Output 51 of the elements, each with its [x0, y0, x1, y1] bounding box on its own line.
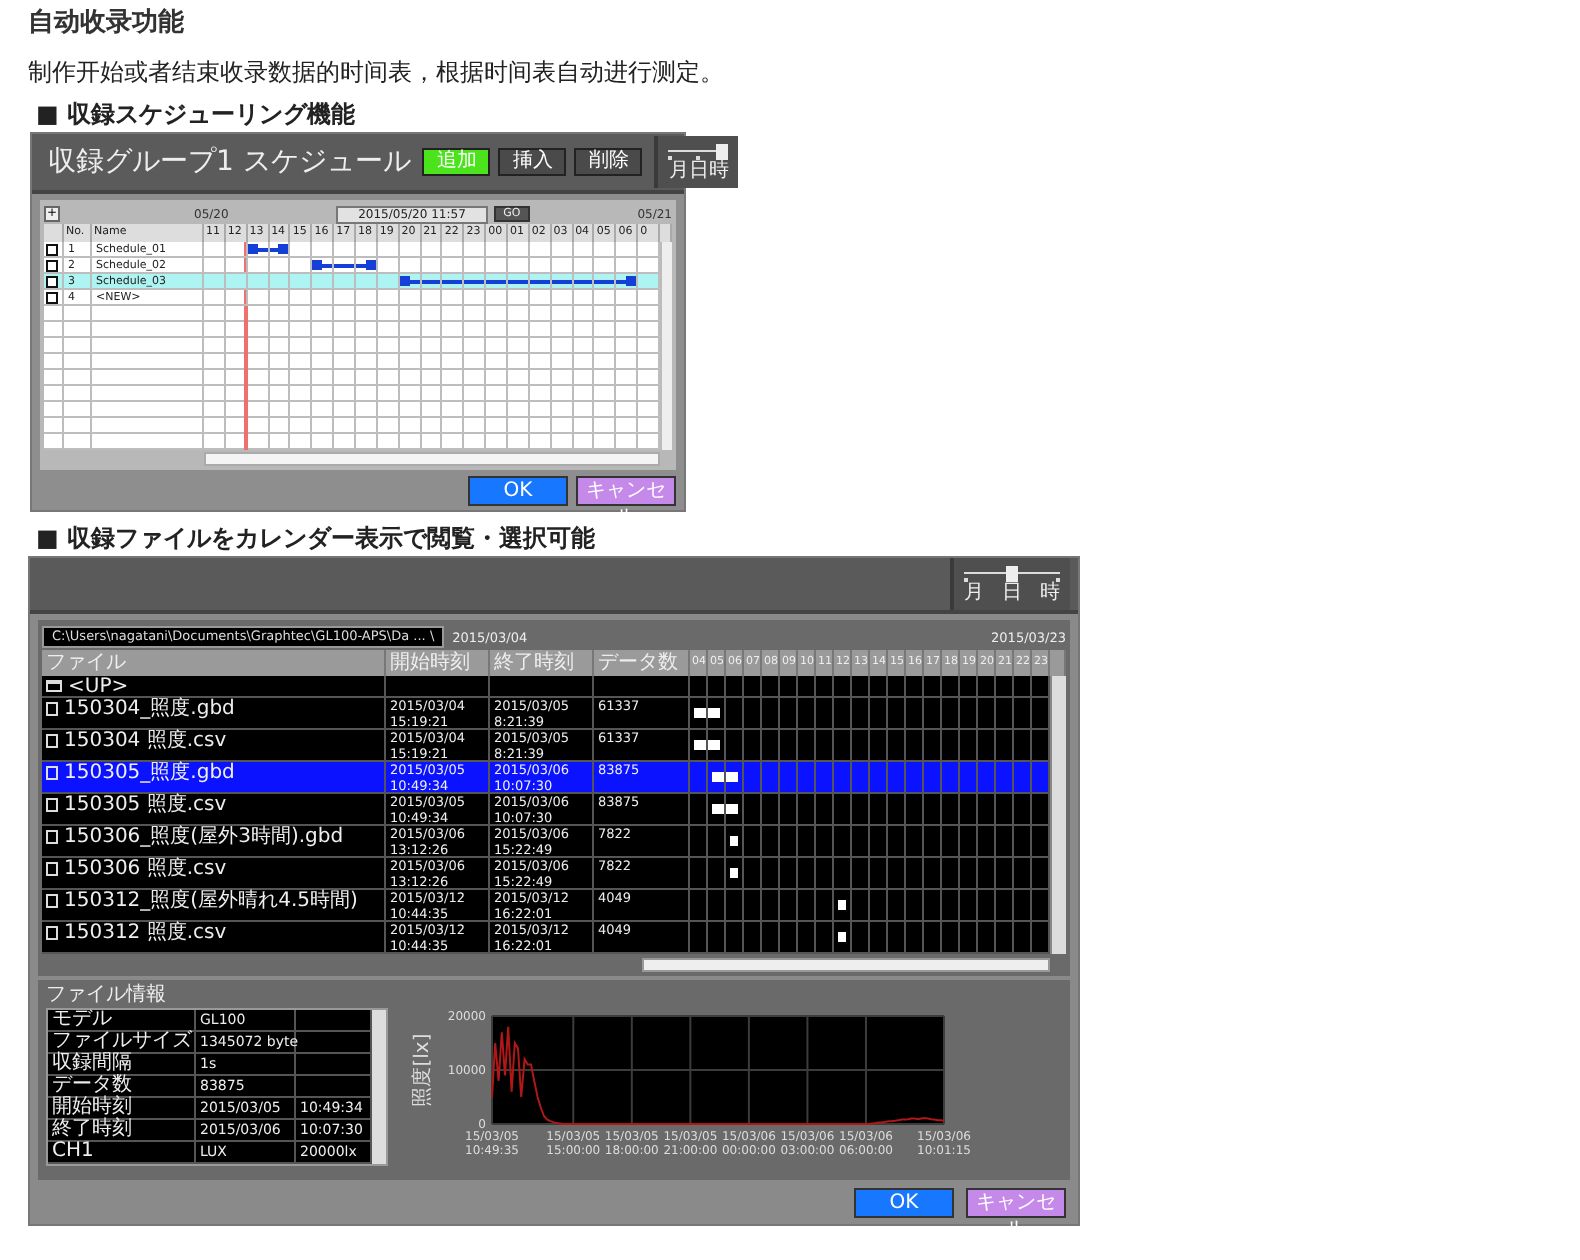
toolbar-button[interactable]: 削除 — [574, 148, 643, 176]
file-name[interactable]: 150312_照度(屋外晴れ4.5時間) — [42, 890, 386, 922]
info-label: CH1 — [48, 1142, 196, 1164]
file-name[interactable]: 150304_照度.gbd — [42, 698, 386, 730]
file-name[interactable]: 150305_照度.gbd — [42, 762, 386, 794]
scale-label: 時 — [708, 159, 729, 181]
file-icon — [46, 862, 58, 876]
file-icon — [46, 894, 58, 908]
intro-text: 制作开始或者结束收录数据的时间表，根据时间表自动进行测定。 — [28, 56, 726, 88]
scale-label: 月 — [964, 581, 984, 603]
scale-label: 日 — [688, 159, 709, 181]
slider-thumb[interactable] — [1006, 565, 1018, 581]
checkbox[interactable] — [46, 243, 58, 255]
toolbar-button[interactable]: 挿入 — [498, 148, 567, 176]
file-icon — [46, 926, 58, 940]
ok-button[interactable]: OK — [468, 476, 568, 506]
ok-button[interactable]: OK — [854, 1188, 954, 1218]
file-icon — [46, 766, 58, 780]
table-cell — [386, 676, 490, 698]
checkbox[interactable] — [46, 259, 58, 271]
section-heading: ■ 収録スケジューリング機能 — [36, 100, 358, 128]
scale-label: 月 — [668, 159, 689, 181]
info-label: 開始時刻 — [48, 1098, 196, 1120]
scale-label: 日 — [1002, 581, 1022, 603]
file-icon — [46, 798, 58, 812]
file-name[interactable]: <UP> — [42, 676, 386, 698]
file-name[interactable]: 150312 照度.csv — [42, 922, 386, 954]
checkbox[interactable] — [46, 275, 58, 287]
scale-label: 時 — [1040, 581, 1060, 603]
section-label: ファイル情報 — [46, 984, 168, 1008]
info-label: ファイルサイズ — [48, 1032, 196, 1054]
file-icon — [46, 830, 58, 844]
folder-icon — [46, 680, 62, 692]
info-label: データ数 — [48, 1076, 196, 1098]
slider-thumb[interactable] — [716, 143, 729, 159]
table-cell — [490, 676, 594, 698]
window-title: 収録グループ1 スケジュール — [48, 144, 411, 180]
file-icon — [46, 702, 58, 716]
info-label: 収録間隔 — [48, 1054, 196, 1076]
file-name[interactable]: 150306 照度.csv — [42, 858, 386, 890]
file-icon — [46, 734, 58, 748]
info-label: 終了時刻 — [48, 1120, 196, 1142]
info-label: モデル — [48, 1010, 196, 1032]
file-name[interactable]: 150305 照度.csv — [42, 794, 386, 826]
checkbox[interactable] — [46, 291, 58, 303]
page-title: 自动收录功能 — [28, 8, 186, 40]
section-heading: ■ 収録ファイルをカレンダー表示で閲覧・選択可能 — [36, 524, 598, 552]
table-cell — [594, 676, 690, 698]
axis-title: 照度[lx] — [412, 1033, 434, 1107]
file-name[interactable]: 150304 照度.csv — [42, 730, 386, 762]
file-name[interactable]: 150306_照度(屋外3時間).gbd — [42, 826, 386, 858]
